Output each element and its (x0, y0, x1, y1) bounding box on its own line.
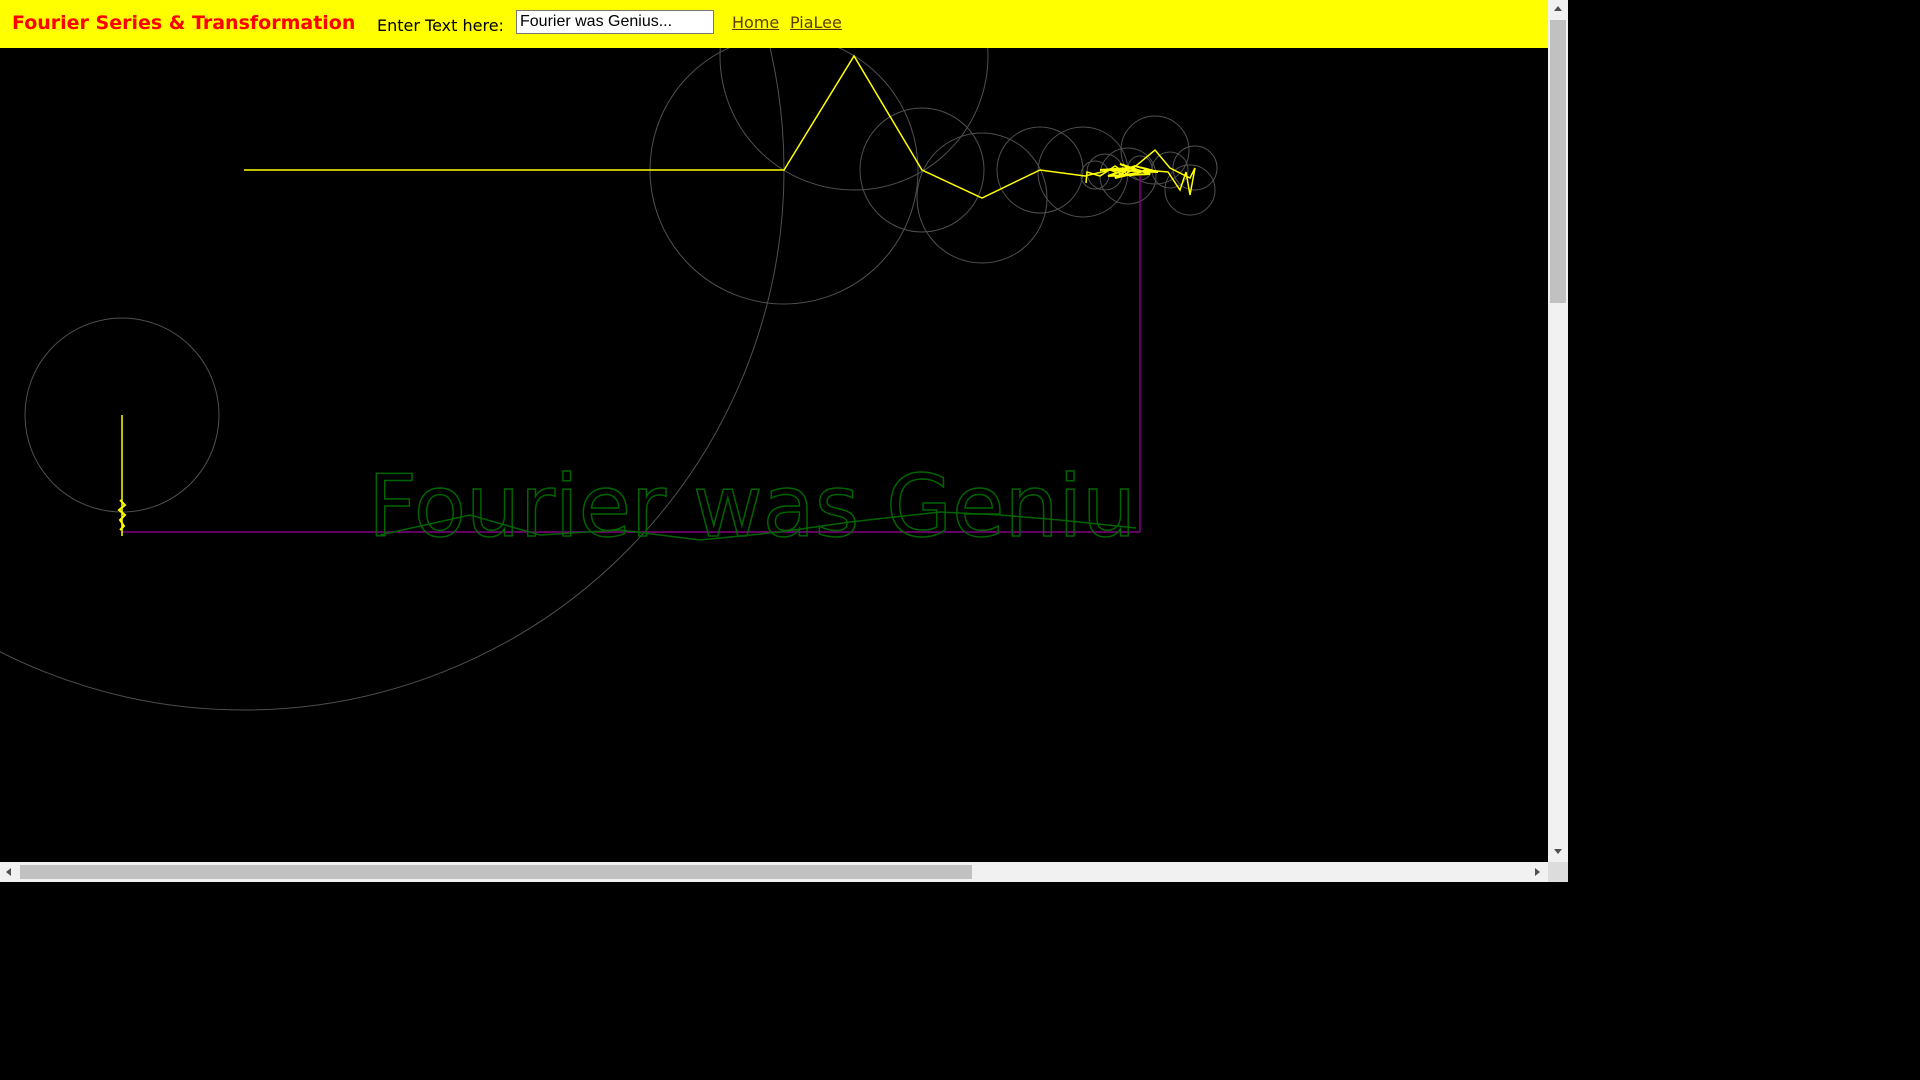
scroll-right-arrow-icon[interactable] (1535, 868, 1540, 876)
scroll-down-arrow-icon[interactable] (1554, 849, 1562, 854)
app-title: Fourier Series & Transformation (12, 12, 356, 34)
text-input[interactable] (516, 10, 714, 34)
home-link[interactable]: Home (732, 13, 779, 32)
horizontal-scrollbar[interactable] (0, 862, 1548, 882)
fourier-canvas[interactable]: Fourier was Geniu (0, 48, 1548, 862)
top-bar: Fourier Series & Transformation Enter Te… (0, 0, 1548, 48)
horizontal-scroll-thumb[interactable] (20, 865, 972, 879)
scroll-up-arrow-icon[interactable] (1554, 6, 1562, 11)
traced-text-outline: Fourier was Geniu (368, 457, 1136, 557)
vertical-scroll-thumb[interactable] (1550, 20, 1566, 303)
scroll-left-arrow-icon[interactable] (6, 868, 11, 876)
scrollbar-corner (1548, 862, 1568, 882)
vertical-scrollbar[interactable] (1548, 0, 1568, 862)
input-label: Enter Text here: (377, 16, 504, 35)
pialee-link[interactable]: PiaLee (790, 13, 842, 32)
